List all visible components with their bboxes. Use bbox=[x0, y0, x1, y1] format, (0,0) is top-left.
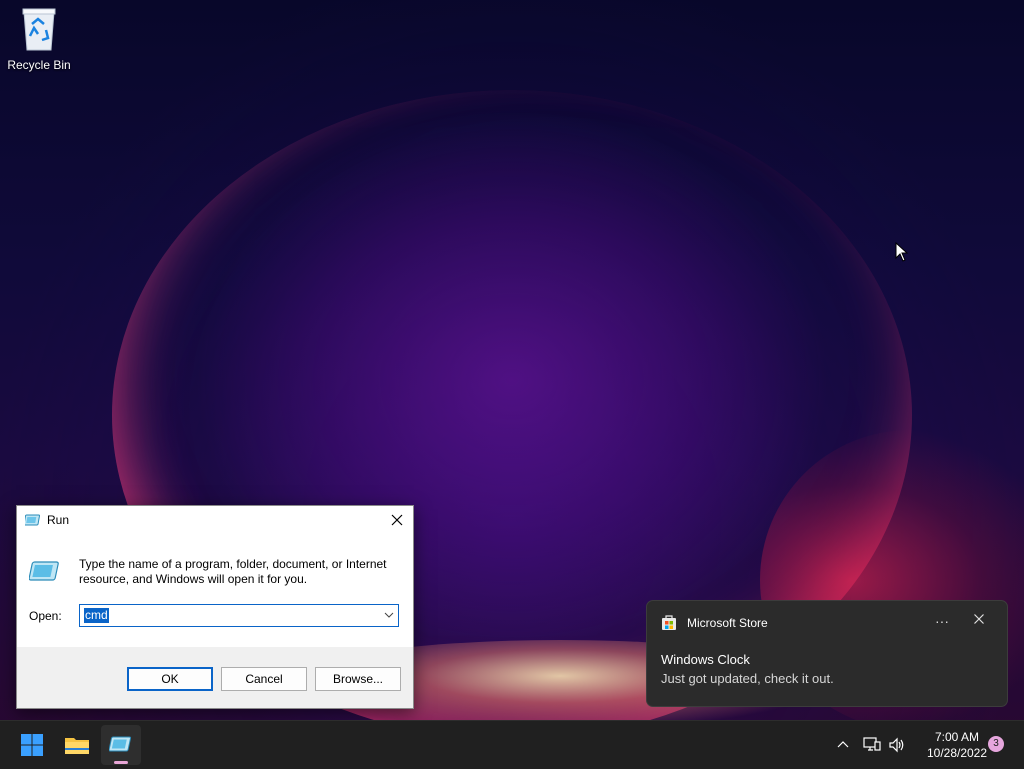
show-hidden-icons-button[interactable] bbox=[836, 721, 850, 769]
open-label: Open: bbox=[29, 609, 62, 623]
open-input[interactable]: cmd bbox=[84, 608, 109, 623]
chevron-up-icon bbox=[837, 741, 849, 748]
windows-logo-icon bbox=[21, 734, 43, 756]
close-icon bbox=[391, 514, 403, 526]
more-options-button[interactable]: ··· bbox=[935, 613, 949, 629]
run-icon bbox=[25, 513, 41, 527]
cancel-button[interactable]: Cancel bbox=[221, 667, 307, 691]
run-dialog: Run Type the name of a program, folder, … bbox=[16, 505, 414, 709]
desktop-icon-recycle-bin[interactable]: Recycle Bin bbox=[4, 6, 74, 72]
mouse-cursor-icon bbox=[895, 242, 909, 262]
run-dialog-titlebar[interactable]: Run bbox=[17, 506, 413, 534]
folder-icon bbox=[65, 738, 89, 754]
network-icon bbox=[863, 737, 881, 751]
run-dialog-title: Run bbox=[47, 513, 70, 527]
desktop-icon-label: Recycle Bin bbox=[7, 58, 71, 72]
taskbar-file-explorer[interactable] bbox=[57, 725, 97, 765]
notification-badge[interactable]: 3 bbox=[988, 736, 1004, 752]
run-dialog-body: Type the name of a program, folder, docu… bbox=[17, 534, 413, 647]
running-indicator bbox=[114, 761, 128, 764]
open-combobox[interactable]: cmd bbox=[79, 604, 399, 627]
toast-title: Windows Clock bbox=[661, 652, 750, 667]
close-button[interactable] bbox=[387, 510, 407, 530]
microsoft-store-icon bbox=[662, 615, 676, 630]
run-icon bbox=[109, 736, 132, 752]
toast-notification[interactable]: Microsoft Store ··· Windows Clock Just g… bbox=[646, 600, 1008, 707]
volume-button[interactable] bbox=[888, 721, 906, 769]
browse-button[interactable]: Browse... bbox=[315, 667, 401, 691]
recycle-bin-icon bbox=[22, 8, 56, 51]
run-icon bbox=[28, 560, 61, 587]
volume-icon bbox=[889, 737, 904, 753]
taskbar-run[interactable] bbox=[101, 725, 141, 765]
close-icon bbox=[974, 614, 984, 624]
taskbar: 7:00 AM 10/28/2022 bbox=[0, 720, 1024, 769]
toast-app-name: Microsoft Store bbox=[687, 616, 768, 630]
ok-button[interactable]: OK bbox=[127, 667, 213, 691]
chevron-down-icon[interactable] bbox=[384, 609, 394, 623]
toast-close-button[interactable] bbox=[973, 613, 985, 628]
toast-message: Just got updated, check it out. bbox=[661, 671, 834, 686]
start-button[interactable] bbox=[12, 725, 52, 765]
network-button[interactable] bbox=[863, 721, 881, 769]
toast-header: Microsoft Store bbox=[661, 615, 768, 631]
run-dialog-description: Type the name of a program, folder, docu… bbox=[79, 557, 387, 586]
